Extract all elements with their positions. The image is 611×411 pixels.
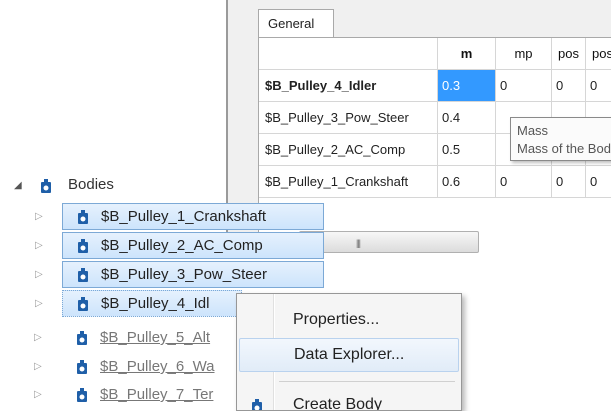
expand-triangle-icon[interactable]: ▷ <box>34 325 42 351</box>
tree-item-pulley-7[interactable]: ▷ $B_Pulley_7_Ter <box>34 382 242 409</box>
column-header-m[interactable]: m <box>438 38 496 70</box>
tree-item-pulley-1[interactable]: ▷ $B_Pulley_1_Crankshaft <box>35 203 324 230</box>
cell-mp[interactable]: 0 <box>496 70 552 102</box>
tree-item-pulley-2[interactable]: ▷ $B_Pulley_2_AC_Comp <box>35 232 324 259</box>
menu-item-data-explorer[interactable]: Data Explorer... <box>239 338 459 372</box>
row-header-pulley-4[interactable]: $B_Pulley_4_Idler <box>259 70 438 102</box>
tree-item-label: $B_Pulley_4_Idl <box>101 295 210 312</box>
cell-pos[interactable]: 0 <box>552 70 586 102</box>
expand-triangle-icon[interactable]: ▷ <box>35 262 43 288</box>
tree-item-pulley-3[interactable]: ▷ $B_Pulley_3_Pow_Steer <box>35 261 324 288</box>
expand-triangle-icon[interactable]: ▷ <box>34 354 42 380</box>
expand-triangle-icon[interactable]: ▷ <box>35 204 43 230</box>
tree-item-label: $B_Pulley_1_Crankshaft <box>101 208 267 225</box>
context-menu: Properties... Data Explorer... Create Bo… <box>236 293 462 411</box>
tree-item-pulley-5[interactable]: ▷ $B_Pulley_5_Alt <box>34 325 242 352</box>
expand-triangle-icon[interactable]: ▷ <box>35 233 43 259</box>
body-node-icon <box>77 331 87 345</box>
collapse-triangle-icon[interactable]: ◢ <box>14 180 22 191</box>
menu-separator <box>279 381 455 382</box>
tree-item-label: $B_Pulley_2_AC_Comp <box>101 237 263 254</box>
cell-mass[interactable]: 0.5 <box>438 134 496 166</box>
row-header-pulley-3[interactable]: $B_Pulley_3_Pow_Steer <box>259 102 438 134</box>
tree-root-label: Bodies <box>68 176 114 193</box>
cell-mp[interactable]: 0 <box>496 166 552 198</box>
tree-node-bodies[interactable]: ◢ Bodies <box>14 175 174 199</box>
column-header-pos-2[interactable]: pos <box>586 38 611 70</box>
grid-corner <box>259 38 438 70</box>
tree-item-pulley-4[interactable]: ▷ $B_Pulley_4_Idl <box>35 290 242 317</box>
body-node-icon <box>78 297 88 311</box>
tree-item-pulley-6[interactable]: ▷ $B_Pulley_6_Wa <box>34 354 242 381</box>
tree-item-label: $B_Pulley_7_Ter <box>100 386 214 403</box>
column-header-mp[interactable]: mp <box>496 38 552 70</box>
row-header-pulley-1[interactable]: $B_Pulley_1_Crankshaft <box>259 166 438 198</box>
menu-item-properties[interactable]: Properties... <box>239 304 459 338</box>
cell-mass[interactable]: 0.4 <box>438 102 496 134</box>
cell-pos[interactable]: 0 <box>552 166 586 198</box>
row-header-pulley-2[interactable]: $B_Pulley_2_AC_Comp <box>259 134 438 166</box>
column-header-pos[interactable]: pos <box>552 38 586 70</box>
expand-triangle-icon[interactable]: ▷ <box>35 291 43 317</box>
tree-item-label: $B_Pulley_5_Alt <box>100 329 211 346</box>
cell-mass[interactable]: 0.6 <box>438 166 496 198</box>
mass-tooltip: Mass Mass of the Body <box>510 117 611 161</box>
tooltip-description: Mass of the Body <box>517 141 611 156</box>
tree-item-label: $B_Pulley_3_Pow_Steer <box>101 266 267 283</box>
body-node-icon <box>77 360 87 374</box>
tab-general[interactable]: General <box>258 9 334 38</box>
body-node-icon <box>78 268 88 282</box>
cell-mass-selected[interactable]: 0.3 <box>438 70 496 102</box>
tooltip-title: Mass <box>517 123 549 138</box>
expand-triangle-icon[interactable]: ▷ <box>34 382 42 408</box>
body-node-icon <box>77 388 87 402</box>
cell-pos-2[interactable]: 0 <box>586 166 611 198</box>
body-node-icon <box>41 179 51 193</box>
cell-pos-2[interactable]: 0 <box>586 70 611 102</box>
horizontal-scrollbar[interactable]: ||| <box>299 231 479 253</box>
tree-item-label: $B_Pulley_6_Wa <box>100 358 215 375</box>
scrollbar-grip-icon[interactable]: ||| <box>356 238 361 248</box>
body-node-icon <box>78 210 88 224</box>
body-node-icon <box>78 239 88 253</box>
